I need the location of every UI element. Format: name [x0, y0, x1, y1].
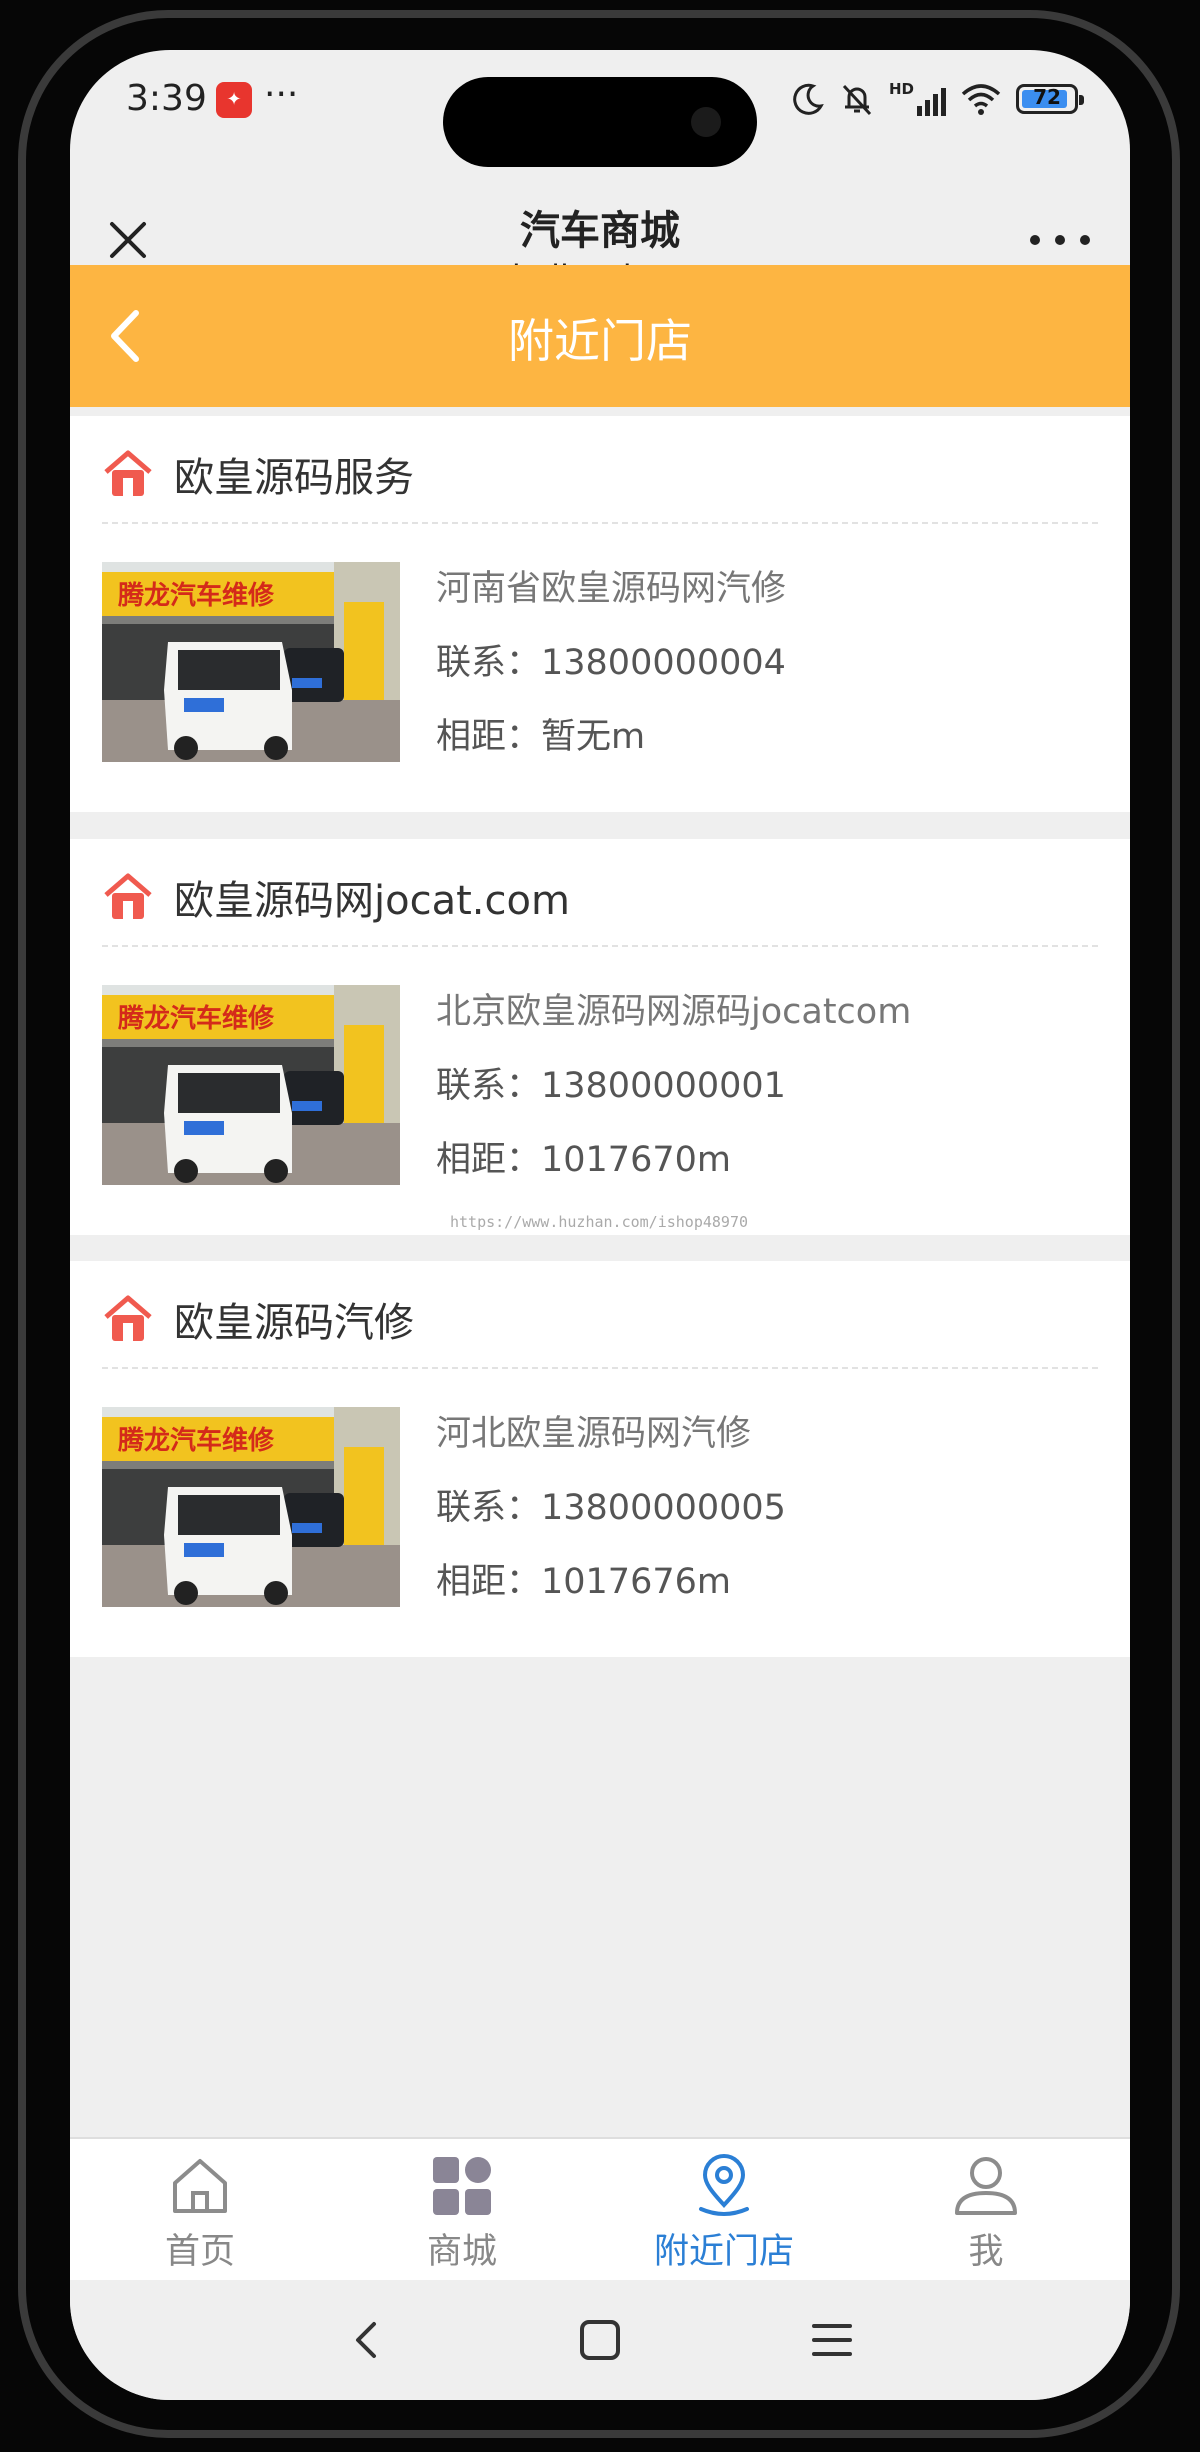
divider — [102, 945, 1098, 947]
storefront-sign: 腾龙汽车维修 — [118, 580, 275, 611]
status-time: 3:39 — [126, 78, 207, 119]
store-card[interactable]: 欧皇源码汽修 腾龙汽车维修 河北欧皇源码网汽修 联系：13800000005 相… — [70, 1261, 1130, 1657]
tab-label: 商城 — [426, 2232, 497, 2272]
tab-home[interactable]: 首页 — [70, 2153, 330, 2277]
store-name: 欧皇源码网jocat.com — [174, 878, 570, 924]
store-photo: 腾龙汽车维修 — [102, 1407, 400, 1607]
store-card[interactable]: 欧皇源码服务 腾龙汽车维修 河南省欧皇源码网汽修 联系：13800000004 … — [70, 416, 1130, 812]
store-distance: 相距：暂无m — [436, 717, 646, 757]
phone-frame: 3:39 ✦ ··· HD 72 汽车商城 附近门店 欧皇源码服务 腾龙汽车维修… — [0, 0, 1200, 2452]
store-distance: 相距：1017670m — [436, 1140, 731, 1180]
nav-bar: 附近门店 — [70, 265, 1130, 407]
tab-label: 附近门店 — [653, 2232, 794, 2272]
menu-icon[interactable] — [802, 2310, 862, 2370]
status-bar: 3:39 ✦ ··· HD 72 — [70, 50, 1130, 167]
network-label: HD — [888, 80, 914, 98]
front-camera — [691, 107, 721, 137]
tab-bar: 首页 商城 附近门店 我 — [70, 2137, 1130, 2281]
home-icon — [173, 2159, 227, 2213]
tab-label: 我 — [968, 2232, 1004, 2272]
back-icon[interactable] — [338, 2310, 398, 2370]
storefront-sign: 腾龙汽车维修 — [118, 1425, 275, 1456]
user-icon — [955, 2157, 1017, 2215]
wifi-icon — [961, 84, 1001, 115]
store-info: 河南省欧皇源码网汽修 联系：13800000004 相距：暂无m — [436, 564, 786, 786]
store-header: 欧皇源码汽修 — [102, 1289, 414, 1349]
store-icon — [104, 450, 152, 496]
bell-off-icon — [842, 84, 872, 116]
home-button-icon[interactable] — [570, 2310, 630, 2370]
store-address: 河南省欧皇源码网汽修 — [436, 569, 787, 609]
store-name: 欧皇源码汽修 — [174, 1300, 414, 1346]
battery-icon: 72 — [1016, 84, 1084, 114]
store-photo: 腾龙汽车维修 — [102, 985, 400, 1185]
battery-level: 72 — [1033, 85, 1061, 109]
store-contact: 联系：13800000004 — [436, 643, 786, 683]
store-contact: 联系：13800000005 — [436, 1488, 786, 1528]
tab-me[interactable]: 我 — [856, 2153, 1116, 2277]
system-navigation — [70, 2280, 1130, 2400]
tab-label: 首页 — [164, 2232, 235, 2272]
status-icons: HD 72 — [791, 76, 1084, 122]
store-icon — [104, 873, 152, 919]
battery-cap — [1079, 95, 1084, 105]
nav-title: 附近门店 — [508, 314, 692, 368]
more-icon[interactable] — [1030, 220, 1090, 260]
watermark: https://www.huzhan.com/ishop48970 — [450, 1213, 749, 1231]
store-contact: 联系：13800000001 — [436, 1066, 786, 1106]
screen: 3:39 ✦ ··· HD 72 汽车商城 附近门店 欧皇源码服务 腾龙汽车维修… — [70, 50, 1130, 2400]
divider — [102, 1367, 1098, 1369]
tab-mall[interactable]: 商城 — [332, 2153, 592, 2277]
store-info: 河北欧皇源码网汽修 联系：13800000005 相距：1017676m — [436, 1409, 786, 1631]
store-address: 河北欧皇源码网汽修 — [436, 1414, 752, 1454]
status-more-indicator: ··· — [264, 74, 299, 115]
store-card[interactable]: 欧皇源码网jocat.com 腾龙汽车维修 北京欧皇源码网源码jocatcom … — [70, 839, 1130, 1235]
store-header: 欧皇源码网jocat.com — [102, 867, 570, 927]
moon-icon — [793, 83, 824, 115]
tab-nearby-stores[interactable]: 附近门店 — [594, 2153, 854, 2277]
grid-icon — [433, 2157, 491, 2215]
store-photo: 腾龙汽车维修 — [102, 562, 400, 762]
signal-icon: HD — [889, 82, 946, 116]
store-icon — [104, 1295, 152, 1341]
location-icon — [699, 2154, 749, 2216]
store-name: 欧皇源码服务 — [174, 455, 414, 501]
storefront-sign: 腾龙汽车维修 — [118, 1003, 275, 1034]
divider — [102, 522, 1098, 524]
store-info: 北京欧皇源码网源码jocatcom 联系：13800000001 相距：1017… — [436, 987, 911, 1209]
app-notification-icon: ✦ — [216, 82, 252, 118]
web-page-title: 汽车商城 — [520, 208, 680, 254]
store-distance: 相距：1017676m — [436, 1562, 731, 1602]
store-header: 欧皇源码服务 — [102, 444, 414, 504]
store-address: 北京欧皇源码网源码jocatcom — [436, 992, 912, 1032]
